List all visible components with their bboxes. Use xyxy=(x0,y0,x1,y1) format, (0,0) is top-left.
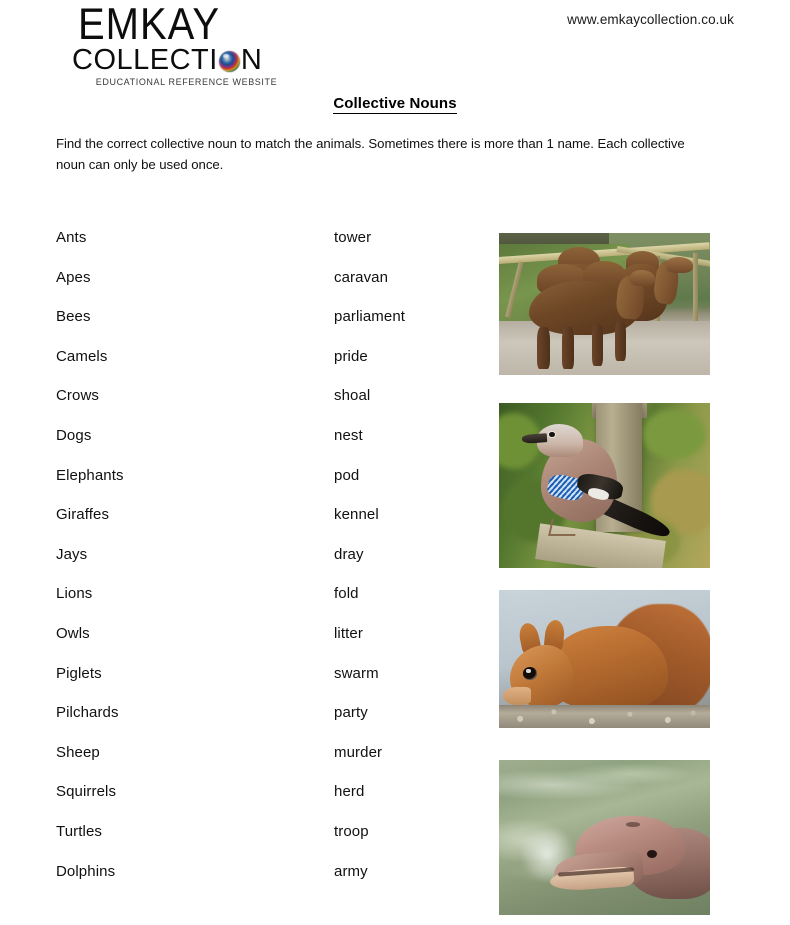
camels-photo xyxy=(499,233,710,375)
collective-noun-label[interactable]: parliament xyxy=(334,307,405,327)
animal-label[interactable]: Lions xyxy=(56,584,92,604)
collective-noun-label[interactable]: shoal xyxy=(334,386,370,406)
collective-noun-label[interactable]: nest xyxy=(334,426,363,446)
animal-label[interactable]: Owls xyxy=(56,624,90,644)
collective-noun-label[interactable]: tower xyxy=(334,228,371,248)
camera-lens-icon xyxy=(218,51,240,72)
collective-noun-label[interactable]: pride xyxy=(334,347,368,367)
animal-label[interactable]: Pilchards xyxy=(56,703,119,723)
match-row: Crows shoal xyxy=(56,386,476,426)
match-row: Ants tower xyxy=(56,228,476,268)
jay-photo xyxy=(499,403,710,568)
page-header: EMKAY COLLECTI N EDUCATIONAL REFERENCE WE… xyxy=(0,0,790,87)
animal-label[interactable]: Dogs xyxy=(56,426,91,446)
animal-label[interactable]: Squirrels xyxy=(56,782,116,802)
animal-label[interactable]: Ants xyxy=(56,228,86,248)
match-row: Dolphins army xyxy=(56,862,476,902)
animal-label[interactable]: Crows xyxy=(56,386,99,406)
match-row: Sheep murder xyxy=(56,743,476,783)
emkay-collection-logo: EMKAY COLLECTI N EDUCATIONAL REFERENCE WE… xyxy=(72,0,297,87)
collective-noun-label[interactable]: troop xyxy=(334,822,369,842)
match-row: Squirrels herd xyxy=(56,782,476,822)
collective-noun-label[interactable]: murder xyxy=(334,743,382,763)
match-row: Owls litter xyxy=(56,624,476,664)
page-title-text: Collective Nouns xyxy=(333,95,457,114)
collective-noun-label[interactable]: litter xyxy=(334,624,363,644)
logo-wordmark-collection-row: COLLECTI N xyxy=(72,44,297,76)
logo-wordmark-collection-prefix: COLLECTI xyxy=(72,44,218,76)
match-row: Giraffes kennel xyxy=(56,505,476,545)
match-row: Elephants pod xyxy=(56,466,476,506)
collective-noun-label[interactable]: army xyxy=(334,862,368,882)
animal-label[interactable]: Dolphins xyxy=(56,862,115,882)
match-row: Jays dray xyxy=(56,545,476,585)
match-row: Turtles troop xyxy=(56,822,476,862)
instructions-text: Find the correct collective noun to matc… xyxy=(56,136,685,172)
collective-noun-label[interactable]: kennel xyxy=(334,505,379,525)
matching-list: Ants tower Apes caravan Bees parliament … xyxy=(56,228,476,901)
animal-label[interactable]: Elephants xyxy=(56,466,124,486)
match-row: Piglets swarm xyxy=(56,664,476,704)
collective-noun-label[interactable]: dray xyxy=(334,545,364,565)
match-row: Lions fold xyxy=(56,584,476,624)
animal-label[interactable]: Camels xyxy=(56,347,107,367)
logo-wordmark-collection-suffix: N xyxy=(240,44,263,76)
collective-noun-label[interactable]: caravan xyxy=(334,268,388,288)
animal-label[interactable]: Apes xyxy=(56,268,91,288)
collective-noun-label[interactable]: herd xyxy=(334,782,364,802)
animal-label[interactable]: Bees xyxy=(56,307,91,327)
collective-noun-label[interactable]: party xyxy=(334,703,368,723)
page-title: Collective Nouns xyxy=(0,95,790,114)
dolphin-photo xyxy=(499,760,710,915)
match-row: Camels pride xyxy=(56,347,476,387)
collective-noun-label[interactable]: pod xyxy=(334,466,359,486)
logo-tagline: EDUCATIONAL REFERENCE WEBSITE xyxy=(95,77,278,87)
match-row: Pilchards party xyxy=(56,703,476,743)
squirrel-photo xyxy=(499,590,710,728)
match-row: Apes caravan xyxy=(56,268,476,308)
animal-label[interactable]: Sheep xyxy=(56,743,100,763)
logo-wordmark-emkay: EMKAY xyxy=(78,0,221,50)
animal-label[interactable]: Piglets xyxy=(56,664,102,684)
match-row: Dogs nest xyxy=(56,426,476,466)
collective-noun-label[interactable]: swarm xyxy=(334,664,379,684)
animal-label[interactable]: Giraffes xyxy=(56,505,109,525)
collective-noun-label[interactable]: fold xyxy=(334,584,359,604)
match-row: Bees parliament xyxy=(56,307,476,347)
animal-label[interactable]: Jays xyxy=(56,545,87,565)
animal-label[interactable]: Turtles xyxy=(56,822,102,842)
website-url: www.emkaycollection.co.uk xyxy=(567,12,734,27)
